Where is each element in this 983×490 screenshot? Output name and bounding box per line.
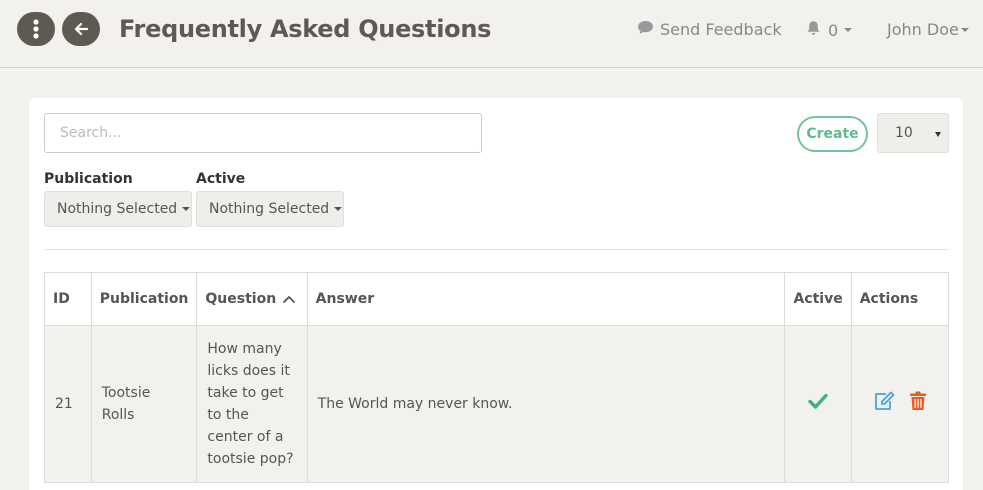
top-bar: Frequently Asked Questions Send Feedback… — [0, 0, 983, 68]
create-button[interactable]: Create — [797, 116, 868, 152]
table-header-row: ID Publication Question Answer Active Ac… — [44, 272, 950, 326]
send-feedback-link[interactable]: Send Feedback — [637, 20, 782, 39]
active-filter-dropdown[interactable]: Nothing Selected — [196, 191, 344, 227]
cell-active — [784, 325, 852, 483]
notifications-dropdown[interactable]: 0 — [806, 20, 853, 40]
page-size-select[interactable]: 10 — [877, 113, 949, 153]
trash-icon[interactable] — [909, 391, 927, 418]
table-row: 21 Tootsie Rolls How many licks does it … — [44, 325, 950, 483]
sort-up-icon[interactable] — [282, 291, 295, 307]
edit-icon[interactable] — [873, 391, 895, 418]
dropdown-arrow-icon — [935, 132, 941, 137]
cell-publication: Tootsie Rolls — [90, 325, 198, 483]
menu-dots-icon — [33, 19, 39, 39]
faq-table: ID Publication Question Answer Active Ac… — [44, 272, 950, 483]
active-filter-value: Nothing Selected — [209, 201, 330, 217]
cell-id: 21 — [44, 325, 92, 483]
caret-down-icon — [334, 207, 343, 211]
menu-button[interactable] — [17, 12, 55, 46]
column-header-question[interactable]: Question — [196, 272, 308, 326]
publication-filter-label: Publication — [44, 171, 133, 187]
publication-filter-dropdown[interactable]: Nothing Selected — [44, 191, 192, 227]
notification-count: 0 — [828, 20, 839, 40]
cell-question: How many licks does it take to get to th… — [196, 325, 308, 483]
page-title: Frequently Asked Questions — [119, 15, 492, 43]
user-menu[interactable]: John Doe — [887, 20, 969, 39]
send-feedback-label: Send Feedback — [660, 20, 782, 39]
caret-down-icon — [182, 207, 191, 211]
search-input[interactable] — [44, 113, 482, 153]
cell-answer: The World may never know. — [306, 325, 786, 483]
column-header-actions: Actions — [850, 272, 950, 326]
column-header-question-label: Question — [205, 291, 277, 307]
divider — [44, 249, 949, 250]
page-size-value: 10 — [895, 125, 913, 141]
check-icon — [808, 393, 828, 413]
user-name: John Doe — [887, 20, 959, 39]
column-header-publication[interactable]: Publication — [90, 272, 198, 326]
caret-down-icon — [960, 27, 969, 32]
bell-icon — [806, 20, 828, 40]
chat-bubble-icon — [637, 20, 660, 39]
back-arrow-icon — [74, 22, 88, 36]
active-filter-label: Active — [196, 171, 246, 187]
column-header-active[interactable]: Active — [784, 272, 852, 326]
cell-actions — [850, 325, 950, 483]
column-header-id[interactable]: ID — [44, 272, 92, 326]
caret-down-icon — [844, 28, 853, 32]
publication-filter-value: Nothing Selected — [57, 201, 178, 217]
back-button[interactable] — [62, 12, 100, 46]
faq-card: Create 10 Publication Active Nothing Sel… — [29, 98, 963, 490]
column-header-answer[interactable]: Answer — [306, 272, 786, 326]
